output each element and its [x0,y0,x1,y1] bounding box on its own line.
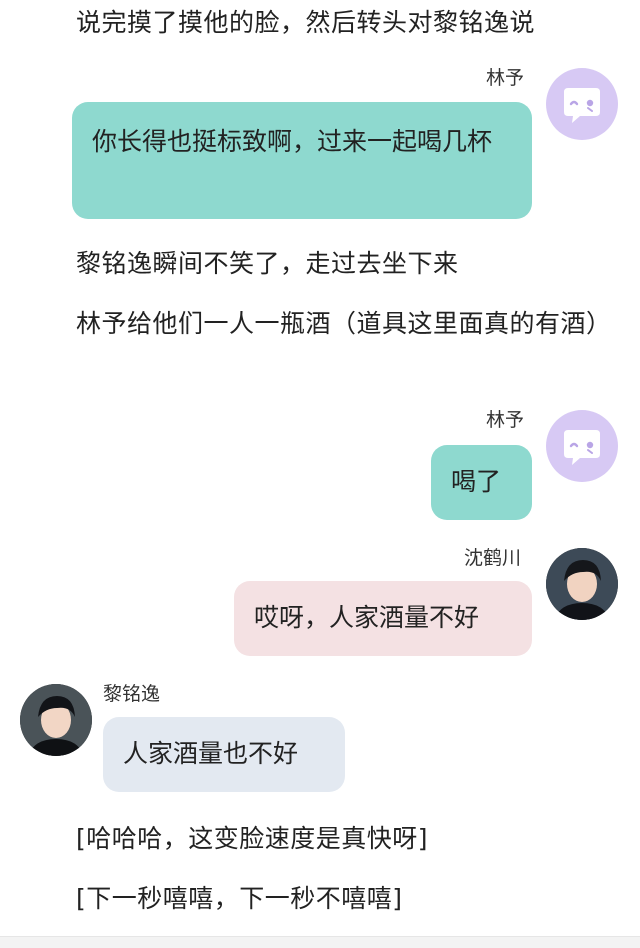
narration-text: [哈哈哈，这变脸速度是真快呀] [76,824,429,853]
avatar[interactable] [20,684,92,756]
avatar[interactable] [546,68,618,140]
narration-text: [下一秒嘻嘻，下一秒不嘻嘻] [76,884,403,913]
narration-text: 林予给他们一人一瓶酒（道具这里面真的有酒） [76,309,612,338]
narration-text: 黎铭逸瞬间不笑了，走过去坐下来 [76,249,459,278]
user-photo-icon [20,684,92,756]
avatar[interactable] [546,410,618,482]
sender-name: 林予 [486,409,525,431]
bot-face-icon [564,430,600,465]
avatar[interactable] [546,548,618,620]
message-bubble[interactable]: 你长得也挺标致啊，过来一起喝几杯 [72,102,532,219]
message-bubble[interactable]: 人家酒量也不好 [103,717,345,792]
sender-name: 黎铭逸 [103,683,161,705]
sender-name: 沈鹤川 [464,547,522,569]
bot-face-icon [564,88,600,123]
bottom-bar [0,936,640,948]
sender-name: 林予 [486,67,525,89]
message-bubble[interactable]: 喝了 [431,445,532,520]
user-photo-icon [546,548,618,620]
message-bubble[interactable]: 哎呀，人家酒量不好 [234,581,532,656]
narration-text: 说完摸了摸他的脸，然后转头对黎铭逸说 [76,8,536,37]
